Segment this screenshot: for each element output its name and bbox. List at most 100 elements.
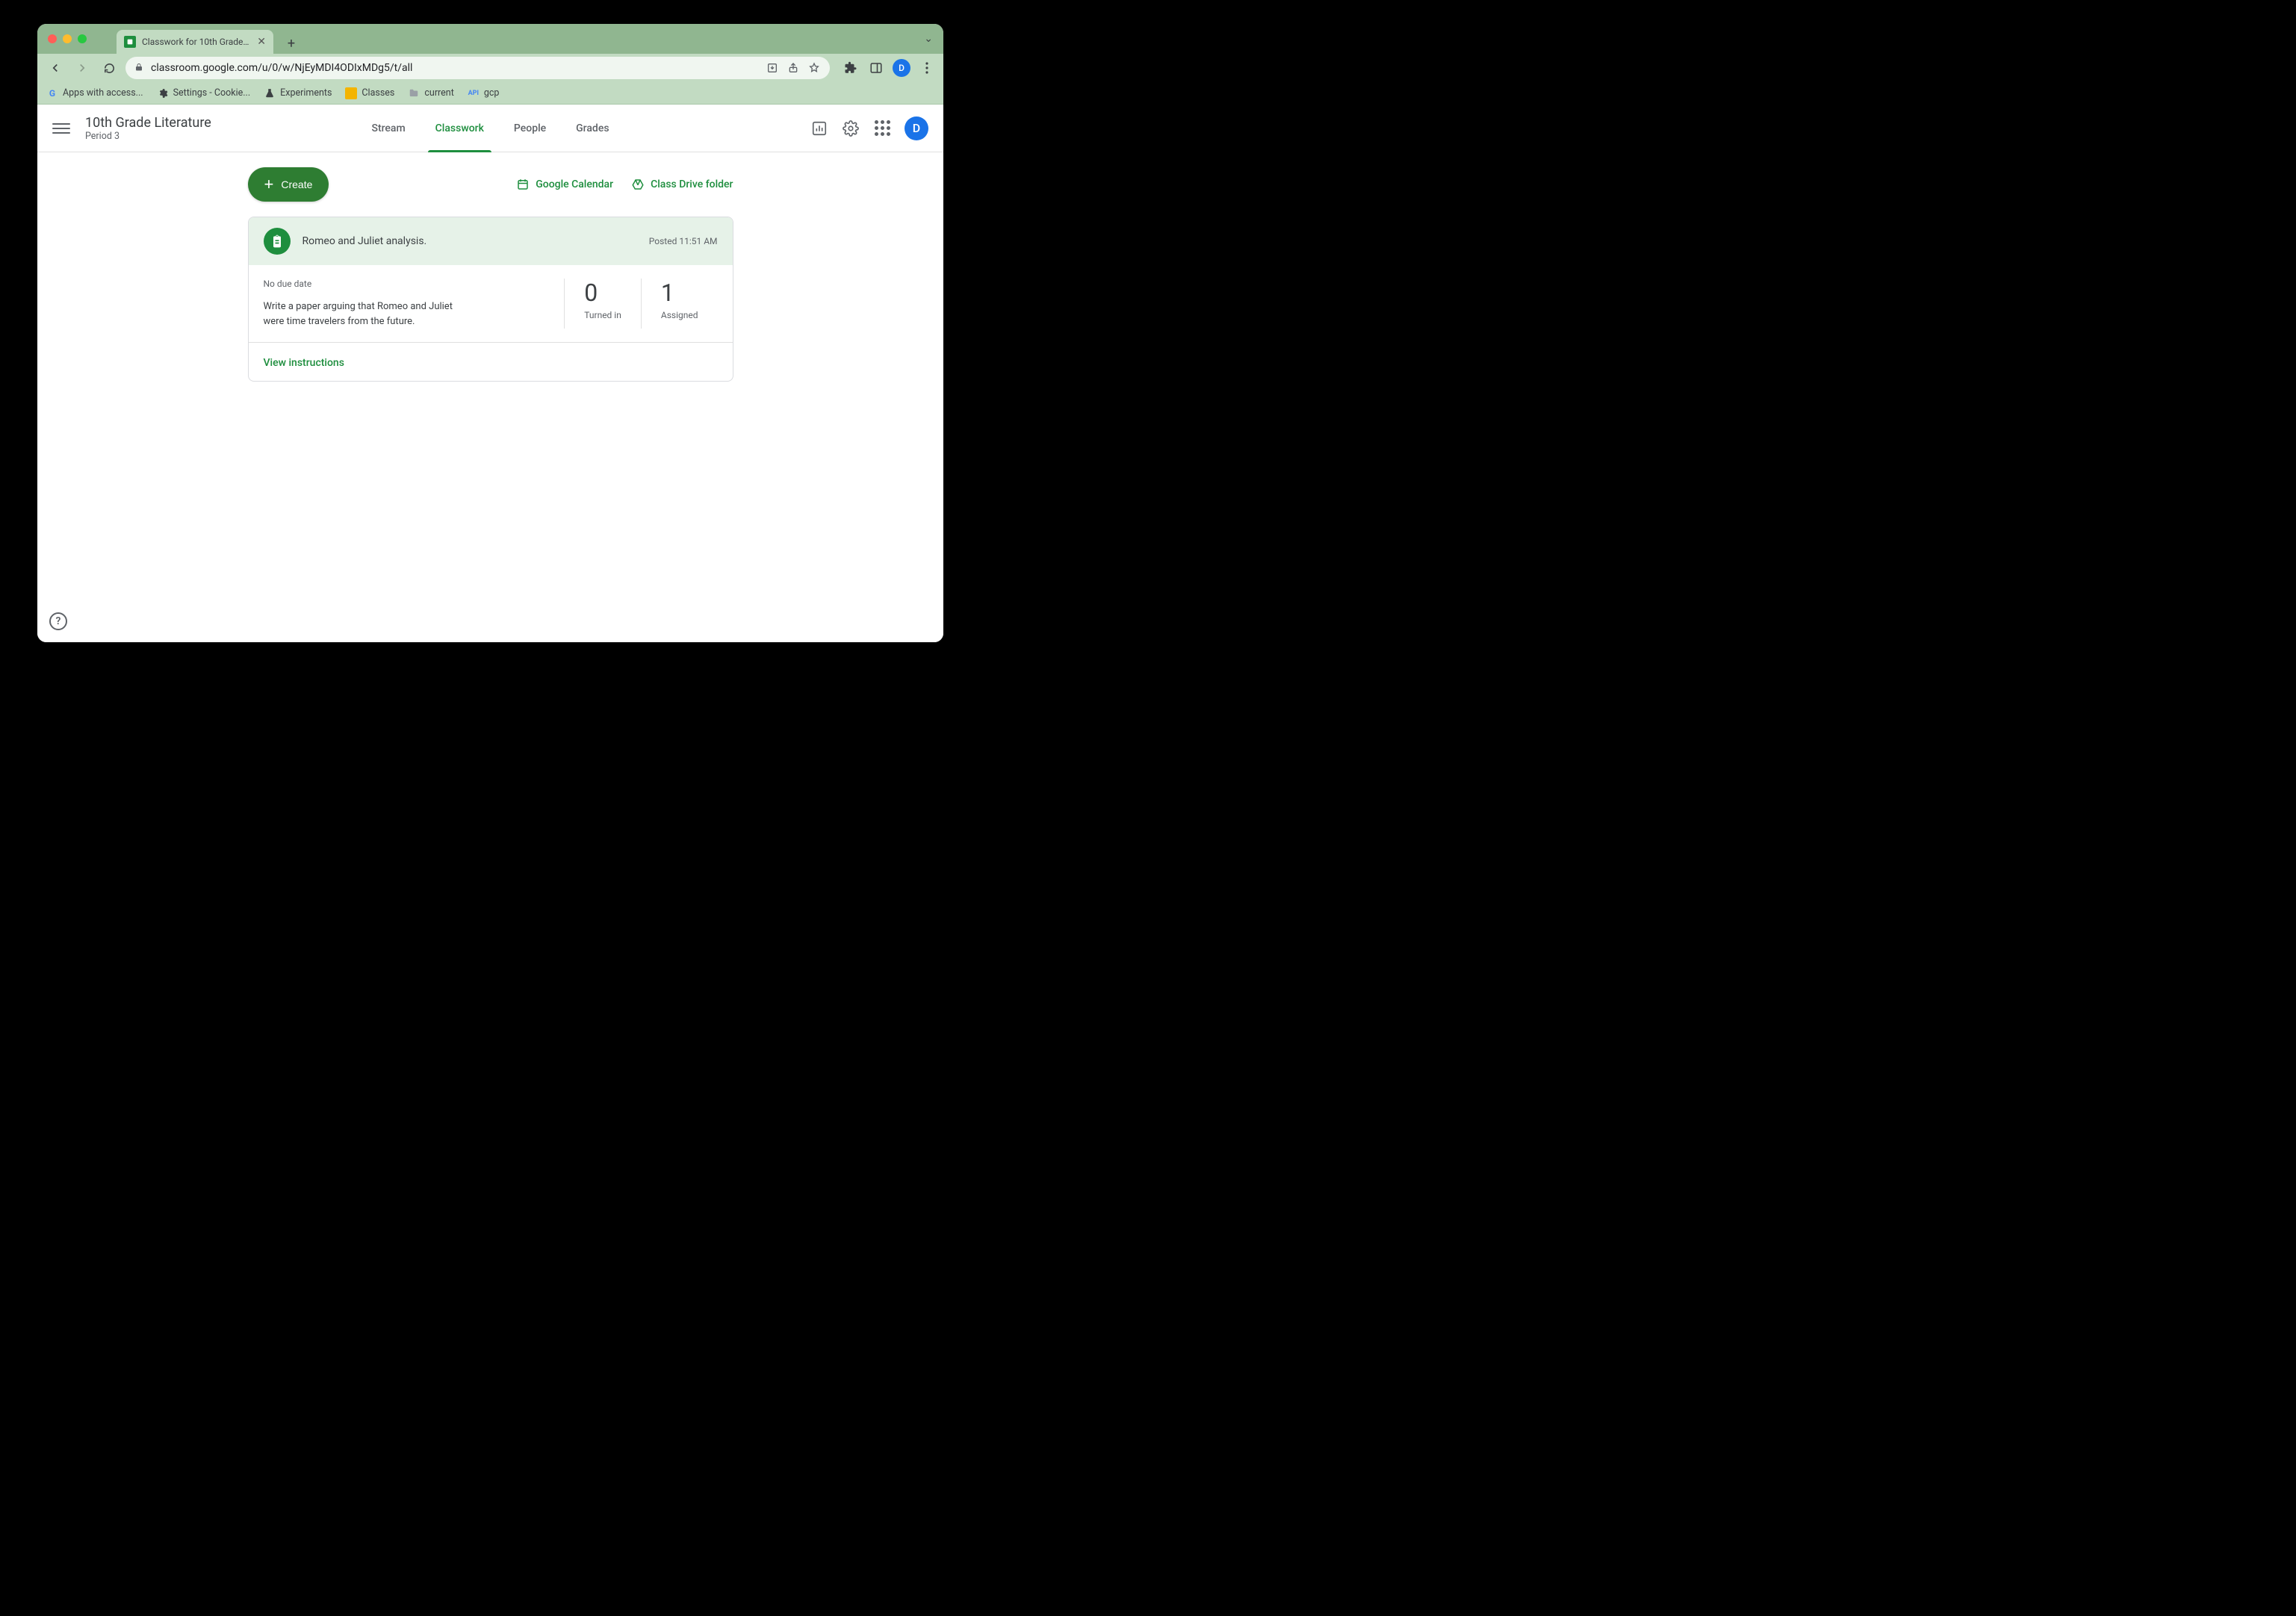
- app-header: 10th Grade Literature Period 3 Stream Cl…: [37, 105, 943, 152]
- share-icon[interactable]: [786, 62, 800, 74]
- back-button[interactable]: [45, 58, 66, 78]
- close-tab-icon[interactable]: ✕: [257, 36, 266, 48]
- browser-window: Classwork for 10th Grade Litera ✕ + ⌄ cl…: [37, 24, 943, 642]
- tab-search-chevron-icon[interactable]: ⌄: [924, 33, 933, 45]
- avatar-letter: D: [899, 63, 905, 73]
- assigned-count: 1: [661, 279, 698, 307]
- assignment-card-header[interactable]: Romeo and Juliet analysis. Posted 11:51 …: [249, 217, 733, 265]
- flask-icon: [264, 87, 276, 99]
- url-text: classroom.google.com/u/0/w/NjEyMDI4ODIxM…: [151, 62, 758, 74]
- content-area: + Create Google Calendar Class Drive fol…: [37, 152, 943, 642]
- link-label: Google Calendar: [536, 178, 613, 190]
- help-button[interactable]: ?: [49, 612, 67, 630]
- gear-icon: [157, 87, 169, 99]
- side-panel-icon[interactable]: [867, 59, 885, 77]
- maximize-window-button[interactable]: [78, 34, 87, 43]
- bookmark-label: Apps with access...: [63, 87, 143, 99]
- classroom-icon: [345, 87, 357, 99]
- action-links: Google Calendar Class Drive folder: [516, 178, 733, 191]
- assignment-card: Romeo and Juliet analysis. Posted 11:51 …: [248, 217, 733, 382]
- chrome-menu-icon[interactable]: [918, 59, 936, 77]
- google-calendar-link[interactable]: Google Calendar: [516, 178, 613, 191]
- lock-icon: [134, 63, 143, 74]
- analytics-icon[interactable]: [810, 119, 828, 137]
- tab-label: People: [514, 122, 546, 134]
- create-label: Create: [281, 178, 312, 190]
- main-menu-button[interactable]: [52, 119, 70, 137]
- turned-in-label: Turned in: [584, 310, 621, 320]
- bookmark-star-icon[interactable]: [807, 62, 821, 74]
- tab-strip: Classwork for 10th Grade Litera ✕ +: [117, 24, 302, 54]
- profile-avatar[interactable]: D: [893, 59, 910, 77]
- assignment-description: Write a paper arguing that Romeo and Jul…: [264, 299, 458, 329]
- tab-grades[interactable]: Grades: [561, 105, 624, 152]
- bookmark-label: gcp: [484, 87, 500, 99]
- titlebar: Classwork for 10th Grade Litera ✕ + ⌄: [37, 24, 943, 54]
- google-g-icon: G: [46, 87, 58, 99]
- link-label: Class Drive folder: [651, 178, 733, 190]
- tab-stream[interactable]: Stream: [356, 105, 420, 152]
- bookmark-label: Classes: [362, 87, 394, 99]
- drive-icon: [631, 178, 645, 191]
- bookmark-item[interactable]: current: [408, 87, 453, 99]
- turned-in-count: 0: [584, 279, 621, 307]
- reload-button[interactable]: [99, 58, 120, 78]
- classroom-app: 10th Grade Literature Period 3 Stream Cl…: [37, 105, 943, 642]
- forward-button[interactable]: [72, 58, 93, 78]
- app-nav-tabs: Stream Classwork People Grades: [356, 105, 624, 152]
- address-bar[interactable]: classroom.google.com/u/0/w/NjEyMDI4ODIxM…: [125, 57, 830, 79]
- avatar-letter: D: [913, 121, 920, 135]
- assigned-label: Assigned: [661, 310, 698, 320]
- folder-icon: [408, 87, 420, 99]
- browser-toolbar: classroom.google.com/u/0/w/NjEyMDI4ODIxM…: [37, 54, 943, 82]
- view-instructions-link[interactable]: View instructions: [264, 357, 344, 369]
- classroom-favicon-icon: [124, 36, 136, 48]
- assignment-title: Romeo and Juliet analysis.: [302, 235, 637, 247]
- view-instructions-label: View instructions: [264, 357, 344, 369]
- bookmark-label: Settings - Cookie...: [173, 87, 251, 99]
- assigned-stat[interactable]: 1 Assigned: [641, 279, 718, 329]
- assignment-details: No due date Write a paper arguing that R…: [264, 279, 535, 329]
- bookmark-item[interactable]: Settings - Cookie...: [157, 87, 251, 99]
- content-inner: + Create Google Calendar Class Drive fol…: [248, 167, 733, 382]
- close-window-button[interactable]: [48, 34, 57, 43]
- tab-title: Classwork for 10th Grade Litera: [142, 37, 251, 47]
- traffic-lights: [48, 34, 87, 43]
- tab-people[interactable]: People: [499, 105, 561, 152]
- bookmark-item[interactable]: G Apps with access...: [46, 87, 143, 99]
- browser-tab[interactable]: Classwork for 10th Grade Litera ✕: [117, 30, 273, 54]
- tab-label: Stream: [371, 122, 405, 134]
- class-title: 10th Grade Literature: [85, 115, 211, 131]
- due-date: No due date: [264, 279, 535, 289]
- extensions-icon[interactable]: [842, 59, 860, 77]
- assignment-icon: [264, 228, 291, 255]
- bookmarks-bar: G Apps with access... Settings - Cookie.…: [37, 82, 943, 105]
- tab-classwork[interactable]: Classwork: [421, 105, 499, 152]
- action-row: + Create Google Calendar Class Drive fol…: [248, 167, 733, 202]
- assignment-posted-time: Posted 11:51 AM: [649, 236, 718, 246]
- install-icon[interactable]: [766, 62, 779, 74]
- class-info[interactable]: 10th Grade Literature Period 3: [85, 115, 211, 142]
- new-tab-button[interactable]: +: [281, 33, 302, 54]
- class-drive-folder-link[interactable]: Class Drive folder: [631, 178, 733, 191]
- bookmark-item[interactable]: Classes: [345, 87, 394, 99]
- bookmark-item[interactable]: Experiments: [264, 87, 332, 99]
- app-header-right: D: [810, 116, 928, 140]
- bookmark-label: current: [424, 87, 453, 99]
- settings-gear-icon[interactable]: [842, 119, 860, 137]
- google-apps-icon[interactable]: [873, 119, 891, 137]
- calendar-icon: [516, 178, 530, 191]
- assignment-card-body: No due date Write a paper arguing that R…: [249, 265, 733, 343]
- toolbar-right: D: [842, 59, 936, 77]
- bookmark-item[interactable]: API gcp: [468, 87, 500, 99]
- tab-label: Grades: [576, 122, 609, 134]
- account-avatar[interactable]: D: [905, 116, 928, 140]
- assignment-card-footer: View instructions: [249, 343, 733, 381]
- minimize-window-button[interactable]: [63, 34, 72, 43]
- turned-in-stat[interactable]: 0 Turned in: [564, 279, 641, 329]
- bookmark-label: Experiments: [280, 87, 332, 99]
- assignment-stats: 0 Turned in 1 Assigned: [564, 279, 717, 329]
- plus-icon: +: [264, 175, 274, 194]
- tab-label: Classwork: [435, 122, 484, 134]
- create-button[interactable]: + Create: [248, 167, 329, 202]
